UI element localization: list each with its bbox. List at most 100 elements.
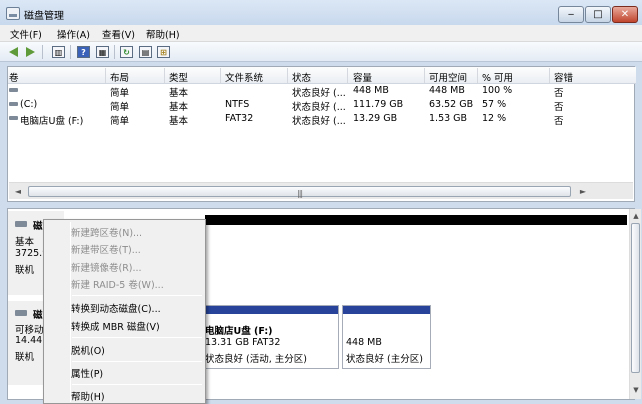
scroll-left-button[interactable]: ◄ xyxy=(11,185,25,198)
cell-free-space: 448 MB xyxy=(429,85,465,96)
column-header-filesystem[interactable]: 文件系统 xyxy=(225,70,263,84)
volume-icon xyxy=(9,102,18,106)
column-separator[interactable] xyxy=(287,68,288,83)
disk-context-menu: 新建跨区卷(N)... 新建带区卷(T)... 新建镜像卷(R)... 新建 R… xyxy=(43,219,206,404)
console-tree-icon[interactable]: ▥ xyxy=(52,46,65,58)
disk-size: 14.44 xyxy=(15,335,43,346)
menu-item-convert-mbr[interactable]: 转换成 MBR 磁盘(V) xyxy=(71,319,160,333)
refresh-icon[interactable]: ↻ xyxy=(120,46,133,58)
cell-layout: 简单 xyxy=(110,88,130,99)
scroll-right-button[interactable]: ► xyxy=(576,185,590,198)
menu-separator xyxy=(72,337,202,338)
minimize-button[interactable]: ‒ xyxy=(558,6,584,23)
cell-fault-tolerance: 否 xyxy=(554,116,564,127)
scroll-thumb[interactable]: ||| xyxy=(28,186,571,198)
cell-percent-free: 100 % xyxy=(482,85,513,96)
volume-list: 卷 布局 类型 文件系统 状态 容量 可用空间 % 可用 容错 简单 基本 状态… xyxy=(7,66,636,202)
cell-type: 基本 xyxy=(169,102,189,113)
partition-status: 状态良好 (活动, 主分区) xyxy=(205,354,307,365)
menu-bar: 文件(F) 操作(A) 查看(V) 帮助(H) xyxy=(0,25,642,42)
partition-f[interactable]: 电脑店U盘 (F:) 13.31 GB FAT32 状态良好 (活动, 主分区) xyxy=(201,305,339,369)
cell-type: 基本 xyxy=(169,88,189,99)
disk-type: 基本 xyxy=(15,237,35,248)
partition-status: 状态良好 (主分区) xyxy=(346,354,423,365)
menu-item-properties[interactable]: 属性(P) xyxy=(71,366,103,380)
column-separator[interactable] xyxy=(424,68,425,83)
cell-capacity: 111.79 GB xyxy=(353,99,404,110)
partition-size: 448 MB xyxy=(346,337,382,348)
window-title: 磁盘管理 xyxy=(24,11,64,22)
disk-name: 磁 xyxy=(33,221,43,232)
partition-color-bar xyxy=(343,306,430,314)
scroll-grip-icon: ||| xyxy=(297,189,303,198)
partition-name: 电脑店U盘 (F:) xyxy=(205,326,273,337)
disk-name: 磁 xyxy=(33,310,43,321)
menu-item-new-spanned-volume[interactable]: 新建跨区卷(N)... xyxy=(71,225,142,239)
cell-status: 状态良好 (... xyxy=(292,102,346,113)
column-separator[interactable] xyxy=(220,68,221,83)
menu-separator xyxy=(72,295,202,296)
menu-view[interactable]: 查看(V) xyxy=(102,27,135,41)
vertical-scrollbar[interactable]: ▲ ▼ xyxy=(629,209,641,399)
cell-fault-tolerance: 否 xyxy=(554,102,564,113)
disk-type: 可移动 xyxy=(15,325,44,336)
column-header-layout[interactable]: 布局 xyxy=(110,70,129,84)
menu-item-new-mirrored-volume[interactable]: 新建镜像卷(R)... xyxy=(71,260,142,274)
toolbar: ▥ ? ▦ ↻ ▤ ⊞ xyxy=(0,42,642,62)
disk-0-partition-bar[interactable] xyxy=(205,215,627,225)
list-view-icon[interactable]: ▦ xyxy=(96,46,109,58)
back-arrow-icon[interactable] xyxy=(9,47,18,57)
table-row[interactable]: (C:) 简单 基本 NTFS 状态良好 (... 111.79 GB 63.5… xyxy=(8,98,636,113)
disk-icon xyxy=(15,221,27,227)
cell-volume: 电脑店U盘 (F:) xyxy=(20,116,84,127)
column-header-capacity[interactable]: 容量 xyxy=(353,70,372,84)
scroll-down-button[interactable]: ▼ xyxy=(631,385,641,395)
disk-status: 联机 xyxy=(15,265,35,276)
forward-arrow-icon[interactable] xyxy=(26,47,35,57)
column-separator[interactable] xyxy=(347,68,348,83)
cell-layout: 简单 xyxy=(110,102,130,113)
horizontal-scrollbar[interactable]: ◄ ||| ► xyxy=(9,182,633,199)
volume-icon xyxy=(9,116,18,120)
column-header-percent-free[interactable]: % 可用 xyxy=(482,70,513,84)
menu-action[interactable]: 操作(A) xyxy=(57,27,90,41)
menu-item-new-striped-volume[interactable]: 新建带区卷(T)... xyxy=(71,242,141,256)
cell-type: 基本 xyxy=(169,116,189,127)
table-row[interactable]: 电脑店U盘 (F:) 简单 基本 FAT32 状态良好 (... 13.29 G… xyxy=(8,112,636,127)
toolbar-separator xyxy=(42,45,43,59)
volume-list-header: 卷 布局 类型 文件系统 状态 容量 可用空间 % 可用 容错 xyxy=(8,67,636,84)
maximize-button[interactable]: □ xyxy=(585,6,611,23)
cell-free-space: 1.53 GB xyxy=(429,113,468,124)
menu-item-convert-dynamic[interactable]: 转换到动态磁盘(C)... xyxy=(71,301,161,315)
title-bar: 磁盘管理 ‒ □ ✕ xyxy=(0,0,642,28)
menu-help[interactable]: 帮助(H) xyxy=(146,27,180,41)
column-header-free-space[interactable]: 可用空间 xyxy=(429,70,467,84)
properties-icon[interactable]: ▤ xyxy=(139,46,152,58)
column-separator[interactable] xyxy=(549,68,550,83)
scroll-up-button[interactable]: ▲ xyxy=(631,211,641,221)
close-button[interactable]: ✕ xyxy=(612,6,638,23)
menu-item-new-raid5-volume[interactable]: 新建 RAID-5 卷(W)... xyxy=(71,277,164,291)
column-header-volume[interactable]: 卷 xyxy=(9,70,19,84)
table-row[interactable]: 简单 基本 状态良好 (... 448 MB 448 MB 100 % 否 xyxy=(8,84,636,99)
menu-item-help[interactable]: 帮助(H) xyxy=(71,389,105,403)
toolbar-separator xyxy=(70,45,71,59)
column-separator[interactable] xyxy=(105,68,106,83)
column-header-type[interactable]: 类型 xyxy=(169,70,188,84)
menu-separator xyxy=(72,384,202,385)
column-separator[interactable] xyxy=(477,68,478,83)
menu-item-offline[interactable]: 脱机(O) xyxy=(71,343,105,357)
cell-status: 状态良好 (... xyxy=(292,88,346,99)
volume-icon xyxy=(9,88,18,92)
cell-capacity: 448 MB xyxy=(353,85,389,96)
removable-disk-icon xyxy=(15,310,27,316)
cell-status: 状态良好 (... xyxy=(292,116,346,127)
rescan-icon[interactable]: ⊞ xyxy=(157,46,170,58)
menu-file[interactable]: 文件(F) xyxy=(10,27,42,41)
help-icon[interactable]: ? xyxy=(77,46,90,58)
column-header-fault-tolerance[interactable]: 容错 xyxy=(554,70,573,84)
scroll-thumb[interactable] xyxy=(631,223,640,373)
column-header-status[interactable]: 状态 xyxy=(292,70,311,84)
partition-448mb[interactable]: 448 MB 状态良好 (主分区) xyxy=(342,305,431,369)
column-separator[interactable] xyxy=(164,68,165,83)
